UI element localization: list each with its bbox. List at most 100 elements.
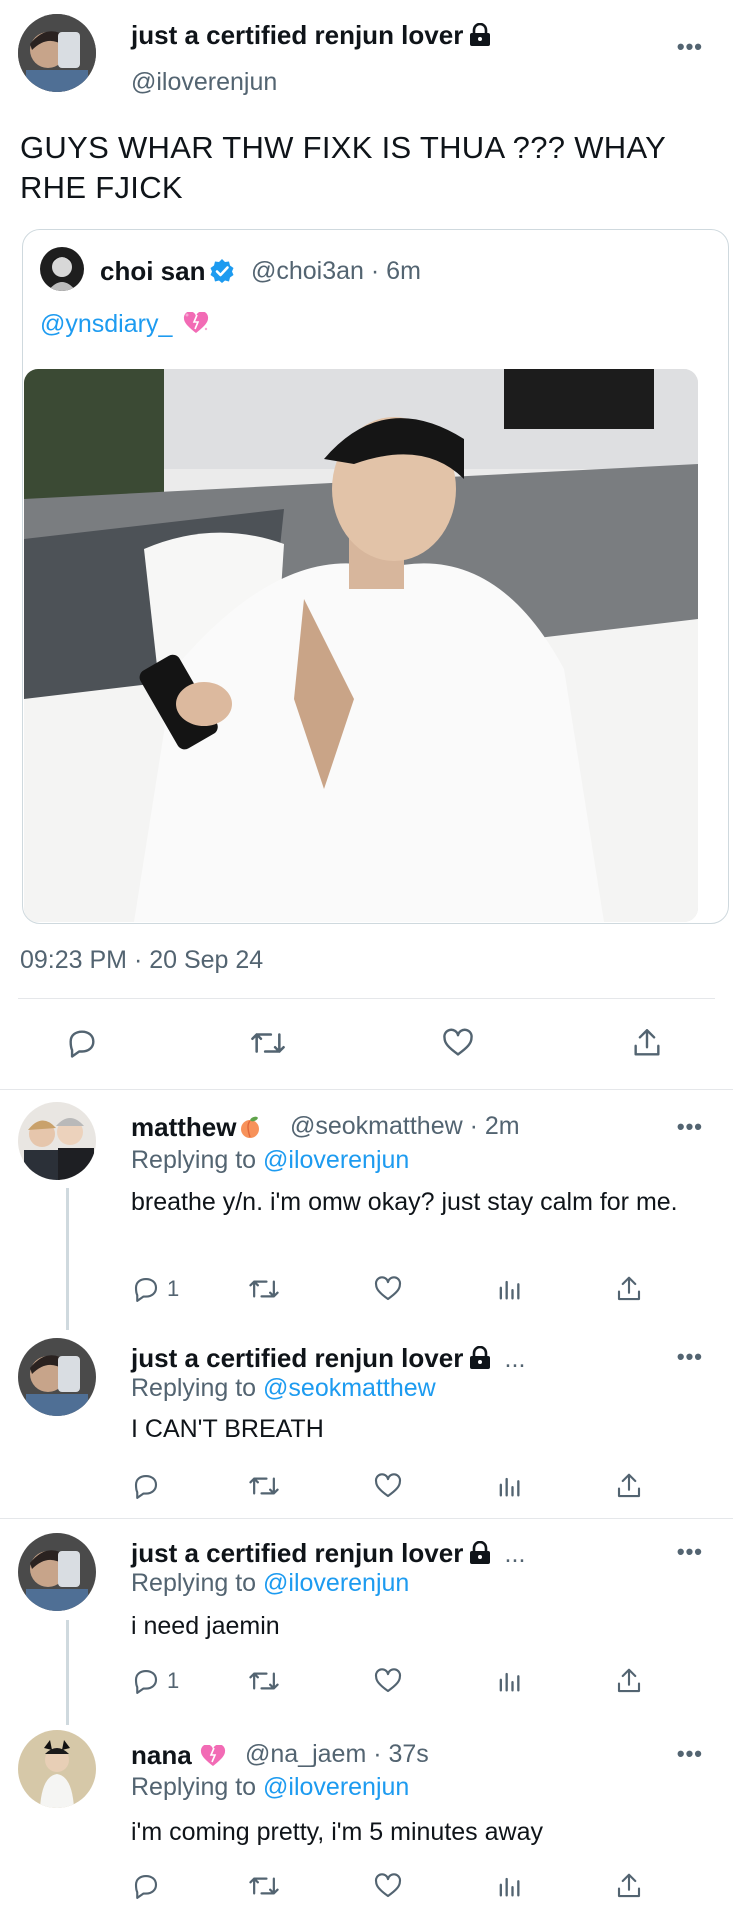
retweet-icon <box>251 1033 285 1053</box>
reply-author-text: just a certified renjun lover <box>131 1538 464 1568</box>
reply-button[interactable] <box>131 1471 167 1501</box>
replying-to-mention[interactable]: @iloverenjun <box>263 1146 409 1174</box>
share-icon <box>617 1473 641 1498</box>
share-icon <box>617 1668 641 1693</box>
retweet-button[interactable] <box>248 1871 280 1901</box>
replying-to-mention[interactable]: @iloverenjun <box>263 1773 409 1801</box>
reply-handle-time[interactable]: @seokmatthew · 2m <box>290 1112 520 1141</box>
views-icon <box>499 1280 520 1300</box>
mention-link[interactable]: @ynsdiary_ <box>40 310 172 338</box>
share-button[interactable] <box>614 1666 644 1696</box>
reply-icon <box>134 1669 158 1694</box>
reply-icon <box>69 1030 95 1058</box>
share-button[interactable] <box>614 1871 644 1901</box>
reply-text: I CAN'T BREATH <box>131 1415 324 1443</box>
replying-to: Replying to @iloverenjun <box>131 1773 409 1802</box>
retweet-icon <box>249 1877 279 1895</box>
divider <box>0 1518 733 1519</box>
views-button[interactable] <box>495 1871 523 1901</box>
like-button[interactable] <box>373 1274 403 1304</box>
like-icon <box>374 1473 402 1498</box>
retweet-button[interactable] <box>248 1666 280 1696</box>
reply-text: breathe y/n. i'm omw okay? just stay cal… <box>131 1188 678 1216</box>
peach-emoji-icon <box>238 1115 262 1146</box>
views-button[interactable] <box>495 1274 523 1304</box>
share-button[interactable] <box>614 1471 644 1501</box>
tweet-photo[interactable] <box>24 369 698 922</box>
lock-icon <box>469 22 491 54</box>
avatar[interactable] <box>18 1533 96 1611</box>
reply-author[interactable]: nana <box>131 1740 226 1774</box>
divider <box>0 1089 733 1090</box>
views-icon <box>499 1877 520 1897</box>
quoted-avatar[interactable] <box>40 247 84 291</box>
share-icon <box>617 1873 641 1898</box>
like-button[interactable] <box>373 1871 403 1901</box>
display-name[interactable]: just a certified renjun lover <box>131 20 491 54</box>
share-button[interactable] <box>630 1026 664 1060</box>
replying-to-label: Replying to <box>131 1569 257 1597</box>
tweet-timestamp[interactable]: 09:23 PM · 20 Sep 24 <box>20 946 263 975</box>
reply-button[interactable] <box>131 1871 167 1901</box>
avatar[interactable] <box>18 1730 96 1808</box>
reply-author[interactable]: matthew <box>131 1112 262 1146</box>
replying-to: Replying to @iloverenjun <box>131 1569 409 1598</box>
more-icon[interactable]: ••• <box>677 1741 703 1767</box>
reply-count: 1 <box>167 1668 180 1693</box>
like-icon <box>374 1668 402 1693</box>
reply-button[interactable]: 1 <box>131 1274 179 1304</box>
reply-button[interactable]: 1 <box>131 1666 179 1696</box>
lock-icon <box>469 1540 491 1572</box>
replying-to-mention[interactable]: @seokmatthew <box>263 1374 436 1402</box>
views-icon <box>499 1672 520 1692</box>
reply-text: i need jaemin <box>131 1612 280 1640</box>
quoted-display-name[interactable]: choi san <box>100 256 235 291</box>
like-button[interactable] <box>373 1666 403 1696</box>
like-button[interactable] <box>440 1026 476 1060</box>
display-name-text: just a certified renjun lover <box>131 20 464 50</box>
views-icon <box>499 1477 520 1497</box>
handle[interactable]: @iloverenjun <box>131 68 277 97</box>
reply-handle-time[interactable]: @na_jaem · 37s <box>245 1740 429 1769</box>
truncation-ellipsis: ... <box>504 1540 526 1568</box>
share-button[interactable] <box>614 1274 644 1304</box>
retweet-button[interactable] <box>248 1274 280 1304</box>
replying-to-label: Replying to <box>131 1374 257 1402</box>
truncation-ellipsis: ... <box>504 1345 526 1373</box>
more-icon[interactable]: ••• <box>677 1114 703 1140</box>
reply-count: 1 <box>167 1276 180 1301</box>
divider <box>18 998 715 999</box>
reply-author[interactable]: just a certified renjun lover ... <box>131 1343 525 1377</box>
replying-to-mention[interactable]: @iloverenjun <box>263 1569 409 1597</box>
like-icon <box>374 1276 402 1301</box>
reply-icon <box>134 1474 158 1499</box>
thread-line <box>66 1620 69 1725</box>
heart-emoji-icon <box>200 1743 226 1774</box>
reply-author[interactable]: just a certified renjun lover ... <box>131 1538 525 1572</box>
replying-to: Replying to @seokmatthew <box>131 1374 436 1403</box>
reply-author-text: matthew <box>131 1112 237 1142</box>
like-icon <box>374 1873 402 1898</box>
reply-author-text: just a certified renjun lover <box>131 1343 464 1373</box>
like-icon <box>443 1028 473 1056</box>
views-button[interactable] <box>495 1666 523 1696</box>
avatar[interactable] <box>18 14 96 92</box>
retweet-icon <box>249 1280 279 1298</box>
more-icon[interactable]: ••• <box>677 1539 703 1565</box>
retweet-button[interactable] <box>248 1471 280 1501</box>
tweet-text: GUYS WHAR THW FIXK IS THUA ??? WHAY RHE … <box>20 130 666 205</box>
replying-to-label: Replying to <box>131 1146 257 1174</box>
like-button[interactable] <box>373 1471 403 1501</box>
quoted-tweet-text: @ynsdiary_ <box>40 310 209 341</box>
share-icon <box>617 1276 641 1301</box>
quoted-handle-time[interactable]: @choi3an · 6m <box>251 257 421 286</box>
reply-button[interactable] <box>64 1026 100 1060</box>
more-icon[interactable]: ••• <box>677 1344 703 1370</box>
avatar[interactable] <box>18 1102 96 1180</box>
retweet-button[interactable] <box>249 1026 287 1060</box>
avatar[interactable] <box>18 1338 96 1416</box>
reply-text: i'm coming pretty, i'm 5 minutes away <box>131 1818 543 1846</box>
views-button[interactable] <box>495 1471 523 1501</box>
lock-icon <box>469 1345 491 1377</box>
more-icon[interactable]: ••• <box>677 34 703 60</box>
